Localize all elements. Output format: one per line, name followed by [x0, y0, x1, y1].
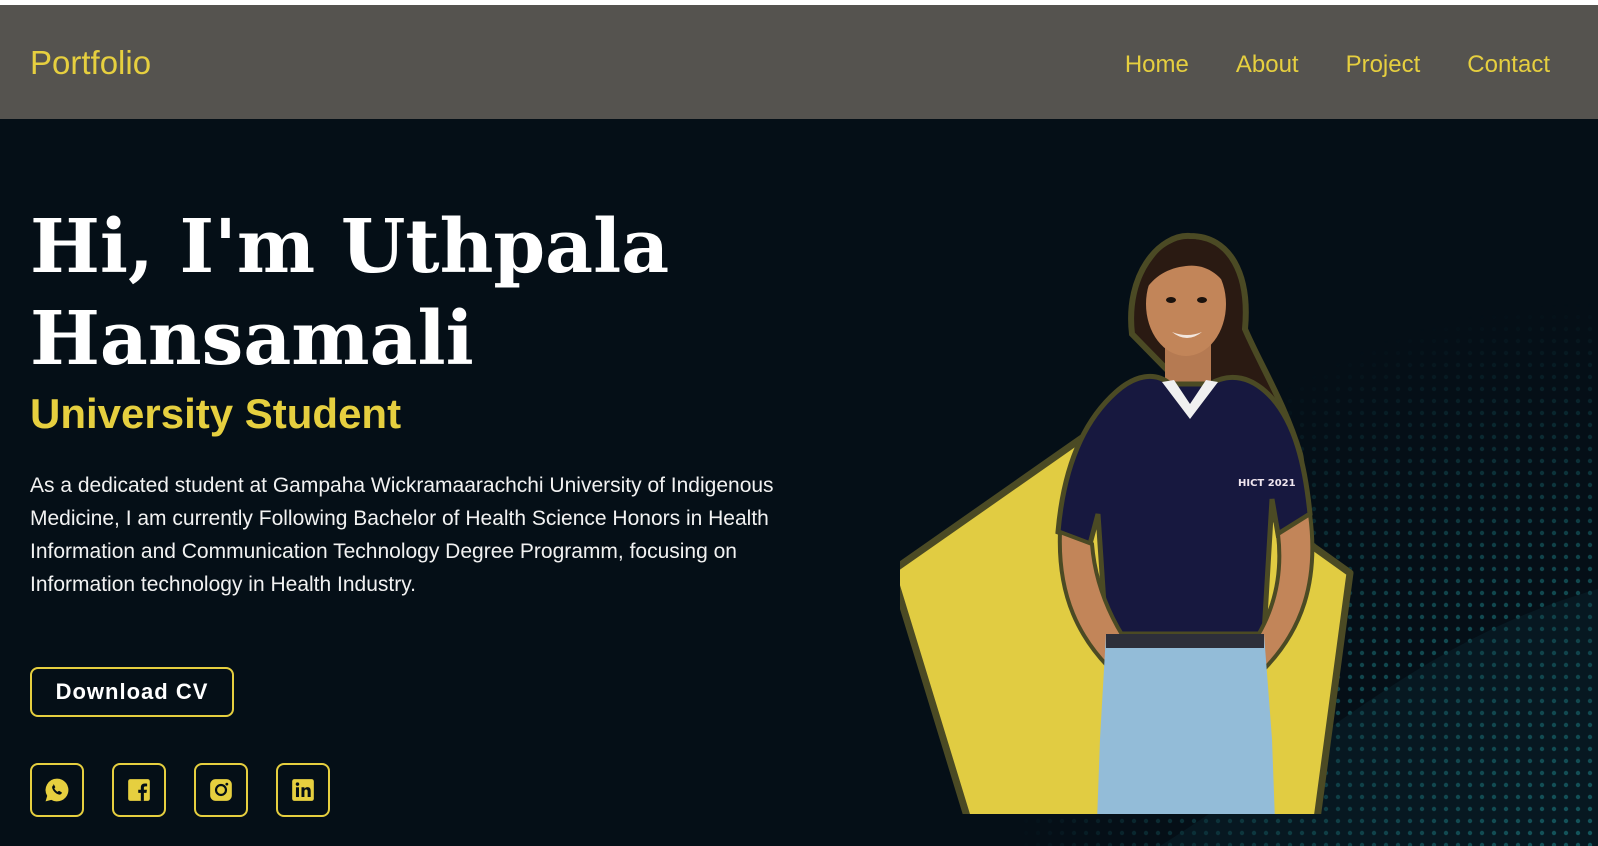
download-cv-button[interactable]: Download CV: [30, 667, 234, 717]
hero-section: Hi, I'm Uthpala Hansamali University Stud…: [0, 119, 1598, 846]
bio-paragraph: As a dedicated student at Gampaha Wickra…: [30, 474, 774, 596]
linkedin-icon: [292, 779, 314, 801]
instagram-link[interactable]: [194, 763, 248, 817]
whatsapp-link[interactable]: [30, 763, 84, 817]
facebook-icon: [128, 779, 150, 801]
page: Portfolio Home About Project Contact Hi,…: [0, 0, 1598, 846]
nav-project[interactable]: Project: [1346, 53, 1421, 77]
logo-link[interactable]: Portfolio: [30, 44, 151, 81]
hero-headline: Hi, I'm Uthpala Hansamali: [30, 201, 669, 385]
facebook-link[interactable]: [112, 763, 166, 817]
greeting-line-2: Hansamali: [30, 296, 474, 382]
linkedin-link[interactable]: [276, 763, 330, 817]
profile-portrait: HICT 2021: [900, 232, 1354, 814]
greeting-line-1: Hi, I'm Uthpala: [30, 204, 670, 290]
shirt-badge-text: HICT 2021: [1238, 478, 1296, 489]
site-header: Portfolio Home About Project Contact: [0, 5, 1598, 119]
nav-about[interactable]: About: [1236, 53, 1299, 77]
whatsapp-icon: [45, 778, 69, 802]
main-nav: Home About Project Contact: [1125, 53, 1550, 77]
role-title: University Student: [30, 390, 402, 437]
nav-home[interactable]: Home: [1125, 53, 1189, 77]
social-links: [30, 763, 330, 817]
nav-contact[interactable]: Contact: [1467, 53, 1550, 77]
instagram-icon: [210, 779, 232, 801]
